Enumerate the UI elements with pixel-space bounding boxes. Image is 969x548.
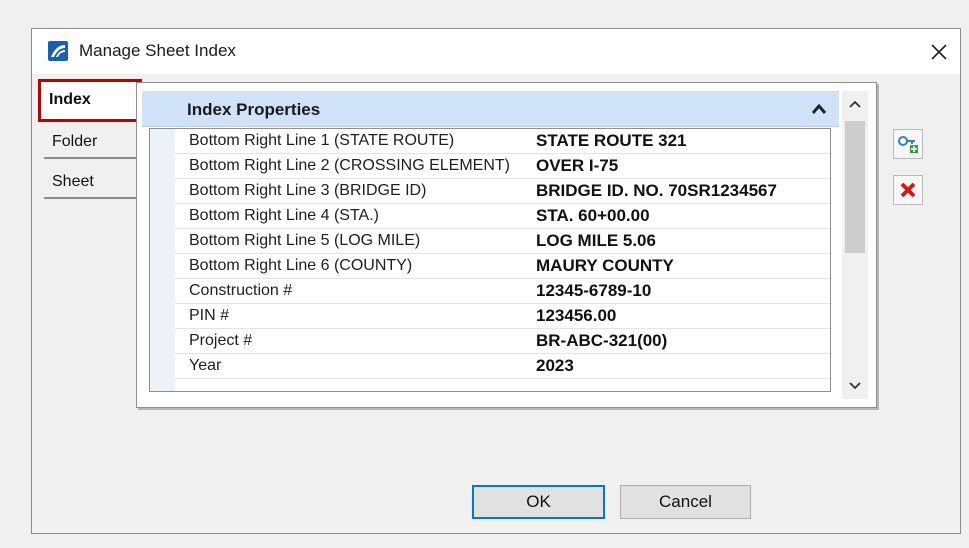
property-row[interactable]: Bottom Right Line 4 (STA.) STA. 60+00.00 xyxy=(175,204,830,229)
index-properties-header[interactable]: Index Properties xyxy=(142,91,839,127)
tab-folder[interactable]: Folder xyxy=(44,125,136,159)
property-row[interactable]: PIN # 123456.00 xyxy=(175,304,830,329)
property-name: Bottom Right Line 3 (BRIDGE ID) xyxy=(189,182,427,199)
scroll-down-button[interactable] xyxy=(842,375,868,397)
tab-label: Index xyxy=(49,91,91,108)
chevron-up-icon xyxy=(849,100,861,108)
add-property-button[interactable] xyxy=(893,129,923,159)
property-name: Bottom Right Line 1 (STATE ROUTE) xyxy=(189,132,455,149)
property-value[interactable]: 2023 xyxy=(536,356,574,376)
delete-x-icon xyxy=(900,182,916,198)
property-grid: Bottom Right Line 1 (STATE ROUTE) STATE … xyxy=(149,128,831,392)
property-name: Year xyxy=(189,357,222,374)
property-name: Construction # xyxy=(189,282,293,299)
cancel-label: Cancel xyxy=(659,492,712,511)
property-value[interactable]: 123456.00 xyxy=(536,306,616,326)
property-value[interactable]: MAURY COUNTY xyxy=(536,256,674,276)
dialog-title: Manage Sheet Index xyxy=(79,41,236,60)
property-value[interactable]: 12345-6789-10 xyxy=(536,281,651,301)
property-row[interactable]: Year 2023 xyxy=(175,354,830,379)
tab-sheet[interactable]: Sheet xyxy=(44,165,136,199)
property-name: Bottom Right Line 5 (LOG MILE) xyxy=(189,232,421,249)
property-row[interactable]: Bottom Right Line 5 (LOG MILE) LOG MILE … xyxy=(175,229,830,254)
collapse-chevron-icon[interactable] xyxy=(811,103,827,115)
property-value[interactable]: STA. 60+00.00 xyxy=(536,206,650,226)
ok-label: OK xyxy=(526,492,551,511)
index-properties-panel: Index Properties Bottom Right Line 1 (ST… xyxy=(136,82,877,408)
property-value[interactable]: LOG MILE 5.06 xyxy=(536,231,656,251)
property-value[interactable]: BRIDGE ID. NO. 70SR1234567 xyxy=(536,181,777,201)
delete-property-button[interactable] xyxy=(893,175,923,205)
chevron-down-icon xyxy=(849,382,861,390)
app-logo-icon xyxy=(48,41,68,61)
property-value[interactable]: OVER I-75 xyxy=(536,156,618,176)
add-key-icon xyxy=(898,136,918,153)
tab-label: Sheet xyxy=(52,173,94,190)
property-row[interactable]: Bottom Right Line 6 (COUNTY) MAURY COUNT… xyxy=(175,254,830,279)
tab-label: Folder xyxy=(52,133,98,150)
ok-button[interactable]: OK xyxy=(472,485,605,519)
manage-sheet-index-dialog: Manage Sheet Index Folder Sheet Index In… xyxy=(31,28,961,534)
property-row[interactable]: Construction # 12345-6789-10 xyxy=(175,279,830,304)
property-row[interactable]: Project # BR-ABC-321(00) xyxy=(175,329,830,354)
property-row[interactable]: Bottom Right Line 1 (STATE ROUTE) STATE … xyxy=(175,129,830,154)
scroll-thumb[interactable] xyxy=(845,121,865,253)
property-name: PIN # xyxy=(189,307,230,324)
grid-gutter xyxy=(150,129,175,391)
property-value[interactable]: STATE ROUTE 321 xyxy=(536,131,687,151)
close-button[interactable] xyxy=(918,29,960,74)
property-name: Bottom Right Line 2 (CROSSING ELEMENT) xyxy=(189,157,510,174)
title-bar: Manage Sheet Index xyxy=(32,29,960,74)
property-row[interactable]: Bottom Right Line 3 (BRIDGE ID) BRIDGE I… xyxy=(175,179,830,204)
cancel-button[interactable]: Cancel xyxy=(620,485,751,519)
property-name: Project # xyxy=(189,332,253,349)
property-name: Bottom Right Line 6 (COUNTY) xyxy=(189,257,413,274)
property-value[interactable]: BR-ABC-321(00) xyxy=(536,331,667,351)
vertical-scrollbar[interactable] xyxy=(842,91,868,399)
group-title: Index Properties xyxy=(187,100,321,119)
property-row[interactable]: Bottom Right Line 2 (CROSSING ELEMENT) O… xyxy=(175,154,830,179)
scroll-up-button[interactable] xyxy=(842,93,868,115)
property-name: Bottom Right Line 4 (STA.) xyxy=(189,207,379,224)
tab-index[interactable]: Index xyxy=(38,79,142,122)
close-icon xyxy=(931,43,947,60)
